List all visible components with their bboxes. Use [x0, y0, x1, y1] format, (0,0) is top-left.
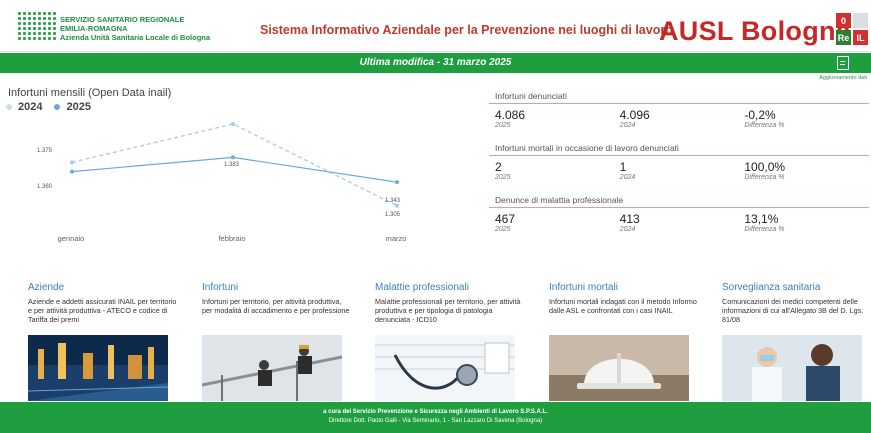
card-description: Infortuni per territorio, per attività p… — [202, 297, 350, 316]
chart-title: Infortuni mensili (Open Data inail) — [8, 87, 172, 99]
stat-value: 4.096 — [619, 108, 650, 122]
card-title[interactable]: Infortuni — [202, 282, 352, 293]
footer: a cura del Servizio Prevenzione e Sicure… — [0, 402, 871, 433]
data-point-2024-marzo[interactable] — [395, 203, 399, 208]
card-description: Infortuni mortali indagati con il metodo… — [549, 297, 697, 316]
industrial-plant-image[interactable] — [28, 335, 168, 401]
legend-2024-marker — [6, 104, 12, 110]
stat-value: -0,2% — [744, 108, 776, 122]
stat-label: 2024 — [619, 122, 636, 129]
org-line-1: SERVIZIO SANITARIO REGIONALE — [60, 15, 185, 24]
stat-occupational-diseases: Denunce di malattia professionale 467 202… — [489, 191, 869, 243]
card-sorveglianza[interactable]: Sorveglianza sanitaria Comunicazioni dei… — [722, 282, 871, 401]
monthly-injuries-chart: 1.375 1.360 1.383 1.343 1.305 gennaio febbraio… — [37, 121, 407, 243]
last-modified-banner: Ultima modifica - 31 marzo 2025 — [0, 53, 871, 73]
stat-value: 1 — [619, 160, 627, 174]
data-point-2025-febbraio[interactable] — [231, 155, 235, 160]
stat-label: Differenza % — [744, 122, 785, 129]
construction-workers-image[interactable] — [202, 335, 342, 401]
card-title[interactable]: Aziende — [28, 282, 178, 293]
data-label: 1.305 — [385, 212, 401, 218]
x-tick-label: gennaio — [58, 234, 85, 243]
stat-label: 2024 — [619, 174, 636, 181]
card-title[interactable]: Malattie professionali — [375, 282, 525, 293]
card-description: Malattie professionali per territorio, p… — [375, 297, 521, 325]
legend-2025-marker — [54, 104, 61, 110]
stat-value: 13,1% — [744, 212, 779, 226]
card-infortuni[interactable]: Infortuni Infortuni per territorio, per … — [202, 282, 352, 401]
footer-line-2: Direttore Dott. Paolo Galli - Via Semina… — [328, 418, 543, 424]
stat-injuries: Infortuni denunciati 4.086 2025 4.096 2024… — [489, 87, 869, 139]
stethoscope-image[interactable] — [375, 335, 515, 401]
card-description: Comunicazioni dei medici competenti dell… — [722, 297, 864, 325]
x-tick-label: febbraio — [218, 234, 245, 243]
card-title[interactable]: Sorveglianza sanitaria — [722, 282, 871, 293]
badge-zero: 0 — [836, 13, 851, 28]
stat-heading: Denunce di malattia professionale — [489, 191, 869, 208]
legend-2024: 2024 — [18, 101, 43, 113]
card-malattie[interactable]: Malattie professionali Malattie professi… — [375, 282, 525, 401]
data-point-2024-febbraio[interactable] — [231, 121, 235, 126]
data-label: 1.360 — [37, 184, 53, 190]
org-line-2: EMILIA-ROMAGNA — [60, 24, 128, 33]
doctors-image[interactable] — [722, 335, 862, 401]
last-modified-text: Ultima modifica - 31 marzo 2025 — [359, 57, 512, 68]
hard-hat-image[interactable] — [549, 335, 689, 401]
stat-fatal-injuries: Infortuni mortali in occasione di lavoro… — [489, 139, 869, 191]
org-line-3: Azienda Unità Sanitaria Locale di Bologn… — [60, 33, 211, 42]
data-point-2024-gennaio[interactable] — [70, 160, 74, 165]
chart-legend: 2024 2025 — [6, 101, 91, 113]
card-description: Aziende e addetti assicurati INAIL per t… — [28, 297, 177, 325]
card-infortuni-mortali[interactable]: Infortuni mortali Infortuni mortali inda… — [549, 282, 699, 401]
badge-grid — [853, 13, 868, 28]
stats-panel: Infortuni denunciati 4.086 2025 4.096 2024… — [489, 87, 869, 243]
stat-label: 2025 — [495, 226, 511, 233]
card-aziende[interactable]: Aziende Aziende e addetti assicurati INA… — [28, 282, 178, 401]
page-title: Sistema Informativo Aziendale per la Pre… — [260, 23, 673, 37]
stat-heading: Infortuni mortali in occasione di lavoro… — [489, 139, 869, 156]
stat-value: 4.086 — [495, 108, 526, 122]
badge-il: IL — [853, 30, 868, 45]
stat-value: 467 — [495, 212, 516, 226]
data-label: 1.375 — [37, 148, 53, 154]
header: SERVIZIO SANITARIO REGIONALE EMILIA-ROMA… — [0, 0, 871, 52]
stat-label: 2025 — [495, 174, 511, 181]
stat-label: 2024 — [619, 226, 636, 233]
footer-line-1: a cura del Servizio Prevenzione e Sicure… — [323, 409, 548, 415]
badge-re: Re — [836, 30, 851, 45]
stat-label: Differenza % — [744, 174, 785, 181]
document-icon[interactable] — [837, 56, 849, 70]
reil-logo-icon: 0 Re IL — [836, 11, 870, 47]
update-link[interactable]: Aggiornamento dati — [819, 75, 867, 81]
stat-value: 413 — [619, 212, 640, 226]
legend-2025: 2025 — [66, 101, 91, 113]
data-label: 1.343 — [385, 198, 401, 204]
data-point-2025-marzo[interactable] — [395, 180, 399, 185]
stat-value: 2 — [495, 160, 502, 174]
x-tick-label: marzo — [386, 234, 407, 243]
data-point-2025-gennaio[interactable] — [70, 169, 74, 174]
stat-label: Differenza % — [744, 226, 785, 233]
stat-label: 2025 — [495, 122, 511, 129]
org-name: SERVIZIO SANITARIO REGIONALE EMILIA-ROMA… — [60, 15, 210, 42]
brand-title: AUSL Bologna — [659, 16, 852, 46]
data-label: 1.383 — [224, 162, 240, 168]
regional-logo-icon — [18, 12, 56, 42]
card-title[interactable]: Infortuni mortali — [549, 282, 699, 293]
stat-heading: Infortuni denunciati — [489, 87, 869, 104]
stat-value: 100,0% — [744, 160, 786, 174]
